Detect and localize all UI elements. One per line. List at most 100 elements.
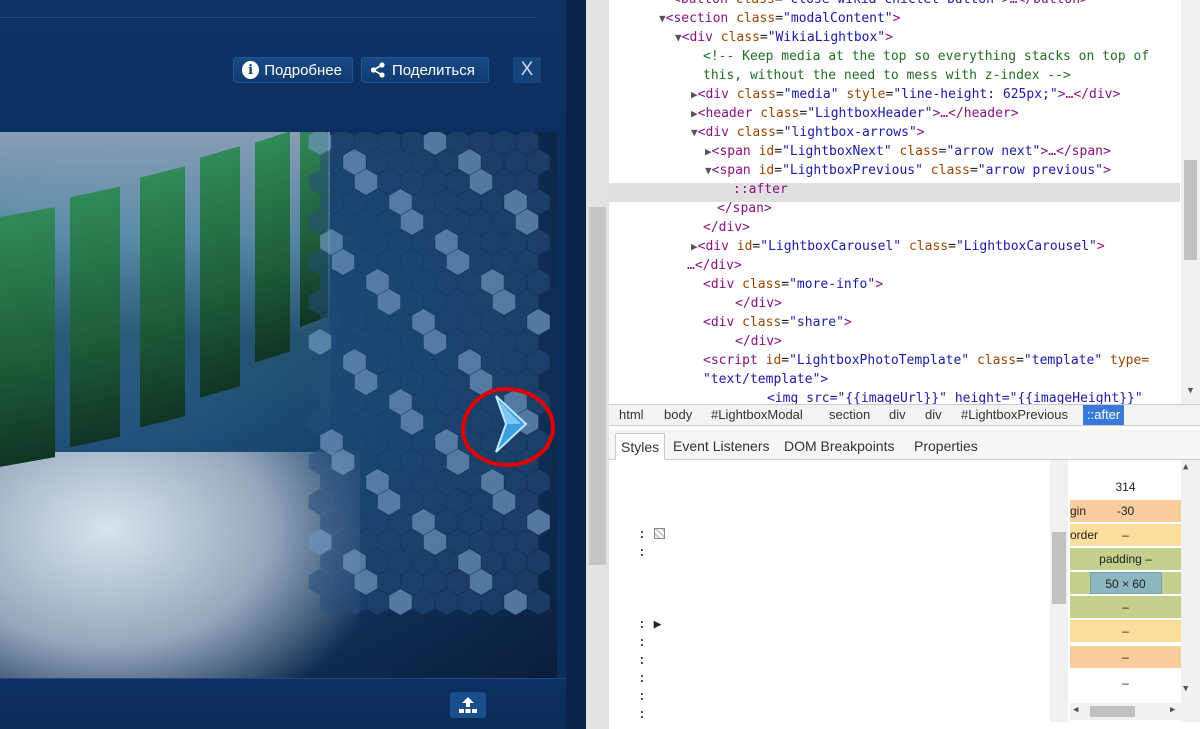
dom-node-line[interactable]: ::after [733,180,788,199]
box-padding-bottom: – [1070,596,1181,618]
tab-event-listeners[interactable]: Event Listeners [668,433,775,460]
box-model: 314 gin -30 order – padding – 50 × 60 – … [1070,462,1181,700]
dom-attr-name: id [736,239,753,254]
dom-equals: = [969,163,978,178]
dom-node-line[interactable]: </div> [703,218,750,237]
page-scrollbar-thumb[interactable] [589,207,606,565]
dom-attr-name: id [765,353,782,368]
dom-node-line[interactable]: ▶<div class="media" style="line-height: … [691,85,1120,104]
dom-node-line[interactable]: </span> [717,199,772,218]
style-declaration: : [638,634,654,652]
dom-node-line[interactable]: </div> [735,294,782,313]
elements-panel: <button class="close wikia-chiclet-butto… [609,0,1200,404]
style-colon: : [638,617,654,632]
dom-node-line[interactable]: <img src="{{imageUrl}}" height="{{imageH… [767,389,1143,404]
breadcrumb-item[interactable]: section [825,405,874,425]
dom-node-line[interactable]: ▶<header class="LightboxHeader">…</heade… [691,104,1019,123]
close-button[interactable]: X [513,57,541,83]
share-button[interactable]: Поделиться [361,57,489,83]
dom-node-line[interactable]: ▼<section class="modalContent"> [659,9,900,28]
dom-node-line[interactable]: ▼<div class="lightbox-arrows"> [691,123,925,142]
scroll-down-arrow-icon[interactable]: ▼ [1183,684,1188,694]
expand-triangle-icon: ▼ [705,164,712,177]
dom-attr-name: class [742,315,782,330]
dom-attr-value: "lightbox-arrows" [783,125,917,140]
dom-close-tag: </div> [703,220,750,235]
dom-node-line[interactable]: </div> [735,332,782,351]
breadcrumb-item[interactable]: div [921,405,946,425]
style-colon: : [638,671,654,686]
dom-node-line[interactable]: this, without the need to mess with z-in… [703,66,1071,85]
scroll-right-arrow-icon[interactable]: ▶ [1170,705,1175,715]
dom-attr-name: class [720,30,760,45]
share-label: Поделиться [392,61,475,79]
dom-tag-open: <div [703,277,743,292]
tab-styles[interactable]: Styles [615,433,666,460]
scroll-left-arrow-icon[interactable]: ◀ [1073,705,1078,715]
dom-node-line[interactable]: <!-- Keep media at the top so everything… [703,47,1149,66]
expand-triangle-icon: ▶ [691,107,698,120]
dom-attr-value: "arrow next" [946,144,1041,159]
dom-comment: this, without the need to mess with z-in… [703,68,1071,83]
styles-scrollbar-thumb[interactable] [1052,532,1066,604]
box-position-bottom: – [1070,672,1181,694]
dom-close-tag: </div> [735,296,782,311]
breadcrumb-item[interactable]: body [660,405,696,425]
styles-pane: : : : ▶: : : : : [609,460,1046,729]
dom-tag-rest: >…</header> [932,106,1019,121]
dom-tag-rest: > [1103,163,1111,178]
dom-tag-rest: > [875,277,884,292]
tab-dom-breakpoints[interactable]: DOM Breakpoints [779,433,899,460]
dom-pseudo-element: ::after [733,182,788,197]
dom-attr-value: "modalContent" [783,11,893,26]
dom-node-line[interactable]: ▼<div class="WikiaLightbox"> [675,28,893,47]
style-colon: : [638,707,654,722]
box-content-row: 50 × 60 [1070,572,1181,594]
breadcrumb-item[interactable]: #LightboxPrevious [957,405,1072,425]
dom-tag-open: <span [711,144,759,159]
color-swatch-icon[interactable] [653,528,665,539]
box-position-value: 314 [1070,476,1181,498]
dom-equals: = [781,353,790,368]
tab-properties[interactable]: Properties [909,433,983,460]
style-colon: : [638,527,654,542]
media-scrollbar[interactable] [557,132,566,678]
breadcrumb-item[interactable]: div [885,405,910,425]
devtools: <button class="close wikia-chiclet-butto… [609,0,1200,729]
dom-attr-value: "template" [1023,353,1103,368]
expand-triangle-icon: ▶ [691,88,698,101]
style-colon: : [638,545,654,560]
dom-node-line[interactable]: <div class="more-info"> [703,275,883,294]
elements-scrollbar-thumb[interactable] [1184,160,1197,260]
dom-node-line[interactable]: …</div> [687,256,742,275]
dom-equals: = [781,315,790,330]
dom-attr-value: "share" [789,315,844,330]
dom-attr-name: class [736,11,776,26]
scroll-down-arrow-icon[interactable]: ▼ [1183,386,1198,400]
expand-triangle-icon[interactable]: ▶ [654,617,662,632]
box-border-value: – [1122,528,1129,542]
dom-space [969,353,977,368]
style-declaration: : [638,706,654,724]
dom-node-line[interactable]: <div class="share"> [703,313,852,332]
box-model-scrollbar[interactable]: ▲ ▼ [1181,460,1200,722]
dom-node-line[interactable]: <script id="LightboxPhotoTemplate" class… [703,351,1149,370]
dom-node-line[interactable]: ▼<span id="LightboxPrevious" class="arro… [705,161,1111,180]
dom-attr-value: "arrow previous" [977,163,1103,178]
dom-node-line[interactable]: <button class="close wikia-chiclet-butto… [673,0,1088,9]
more-info-button[interactable]: i Подробнее [233,57,353,83]
dom-node-line[interactable]: ▶<div id="LightboxCarousel" class="Light… [691,237,1105,256]
box-model-hscrollbar[interactable]: ◀ ▶ [1070,703,1181,720]
dom-node-line[interactable]: ▶<span id="LightboxNext" class="arrow ne… [705,142,1111,161]
breadcrumb-item[interactable]: #LightboxModal [707,405,807,425]
carousel-toggle-button[interactable] [450,692,486,718]
dom-close-tag: </span> [717,201,772,216]
breadcrumb-item[interactable]: ::after [1083,405,1125,425]
dom-attr-name: class [760,106,800,121]
breadcrumb-item[interactable]: html [615,405,648,425]
box-hscroll-thumb[interactable] [1090,706,1135,717]
scroll-up-arrow-icon[interactable]: ▲ [1183,462,1188,472]
dom-node-line[interactable]: "text/template"> [703,370,828,389]
dom-tag-open: <header [697,106,761,121]
dom-attr-name: class [899,144,939,159]
